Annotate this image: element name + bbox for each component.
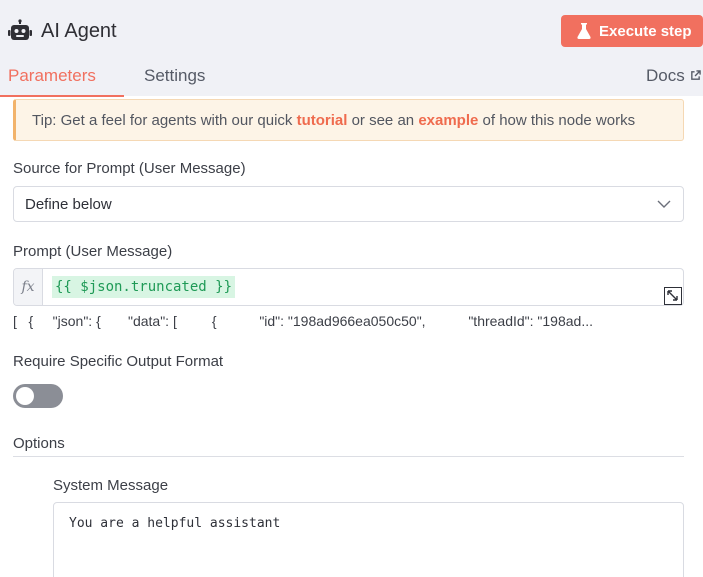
output-format-label: Require Specific Output Format	[13, 353, 224, 370]
tip-banner: Tip: Get a feel for agents with our quic…	[13, 99, 684, 141]
expression-preview: [ { "json": { "data": [ { "id": "198ad96…	[13, 313, 593, 329]
options-divider	[13, 456, 684, 457]
prompt-label: Prompt (User Message)	[13, 243, 173, 260]
system-message-label: System Message	[53, 477, 169, 494]
source-label: Source for Prompt (User Message)	[13, 160, 246, 177]
fx-icon: fx	[14, 269, 43, 305]
prompt-expression[interactable]: {{ $json.truncated }}	[52, 276, 236, 298]
robot-icon	[8, 19, 32, 40]
tip-prefix: Tip: Get a feel for agents with our quic…	[32, 111, 297, 129]
source-select[interactable]: Define below	[13, 186, 684, 222]
node-header: AI Agent Execute step Parameters Setting…	[0, 0, 703, 97]
tab-docs[interactable]: Docs	[646, 66, 701, 96]
system-message-input[interactable]: You are a helpful assistant	[53, 502, 684, 577]
options-label: Options	[13, 435, 65, 452]
tip-middle: or see an	[347, 111, 419, 129]
node-title: AI Agent	[41, 19, 117, 42]
source-select-value: Define below	[25, 195, 112, 213]
title-row: AI Agent	[8, 16, 117, 46]
active-tab-indicator	[0, 95, 124, 97]
tab-settings[interactable]: Settings	[144, 66, 205, 96]
toggle-knob	[16, 387, 34, 405]
docs-label: Docs	[646, 66, 685, 85]
execute-step-button[interactable]: Execute step	[561, 15, 703, 47]
tab-parameters[interactable]: Parameters	[8, 66, 96, 96]
output-format-toggle[interactable]	[13, 384, 63, 408]
external-link-icon	[690, 70, 701, 80]
system-message-value: You are a helpful assistant	[69, 516, 281, 531]
tutorial-link[interactable]: tutorial	[297, 112, 348, 129]
execute-step-label: Execute step	[599, 22, 692, 40]
chevron-down-icon	[657, 200, 671, 208]
prompt-expression-input[interactable]: fx {{ $json.truncated }}	[13, 268, 684, 306]
expand-icon[interactable]	[664, 287, 682, 305]
example-link[interactable]: example	[418, 112, 478, 129]
flask-icon	[577, 23, 591, 39]
tip-suffix: of how this node works	[478, 111, 636, 129]
